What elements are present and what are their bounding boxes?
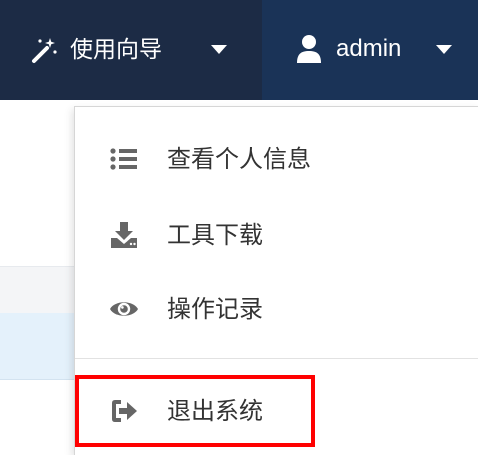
download-icon [111, 222, 137, 248]
menu-item-tool-download[interactable]: 工具下载 [75, 203, 478, 267]
menu-item-profile[interactable]: 查看个人信息 [75, 127, 478, 191]
background-table-row [0, 313, 74, 380]
sign-out-icon [112, 400, 137, 422]
menu-item-logout[interactable]: 退出系统 [75, 379, 478, 443]
user-icon [297, 35, 321, 63]
background-table-header [0, 266, 74, 314]
menu-item-operation-log[interactable]: 操作记录 [75, 277, 478, 341]
wizard-menu-toggle[interactable]: 使用向导 [0, 0, 262, 100]
chevron-down-icon [436, 45, 452, 54]
menu-item-label: 退出系统 [167, 397, 263, 425]
user-menu-toggle[interactable]: admin [262, 0, 478, 100]
eye-icon [110, 302, 138, 316]
magic-wand-icon [32, 38, 57, 63]
user-dropdown-menu: 查看个人信息 工具下载 操作记录 退出系统 [74, 106, 478, 455]
menu-item-label: 操作记录 [167, 295, 263, 323]
menu-item-label: 查看个人信息 [167, 145, 311, 173]
menu-item-label: 工具下载 [167, 221, 263, 249]
chevron-down-icon [211, 45, 227, 54]
top-navbar: 使用向导 admin [0, 0, 478, 100]
wizard-label: 使用向导 [70, 37, 162, 63]
list-icon [110, 148, 137, 170]
menu-divider [75, 358, 478, 359]
username-label: admin [336, 35, 402, 62]
